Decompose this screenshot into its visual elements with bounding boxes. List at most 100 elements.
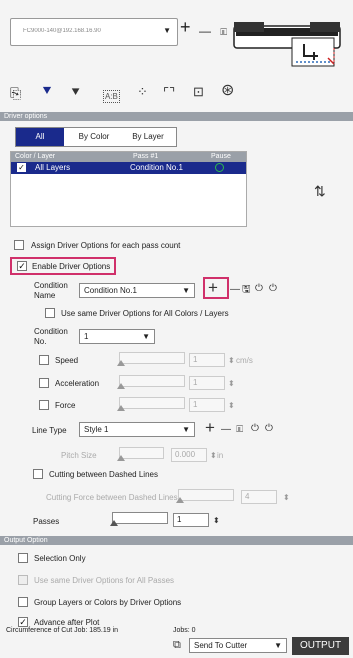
driver-options-icon[interactable]: ⯆: [41, 84, 53, 99]
export-line-type-icon[interactable]: ⏻: [265, 423, 273, 434]
remove-condition-icon[interactable]: —: [230, 284, 240, 295]
chevron-down-icon: ▼: [163, 26, 171, 35]
use-same-passes-label: Use same Driver Options for All Passes: [34, 576, 175, 585]
passes-label: Passes: [33, 517, 60, 526]
speed-slider[interactable]: [117, 352, 185, 366]
passes-input[interactable]: 1: [173, 513, 209, 527]
send-to-value: Send To Cutter: [194, 641, 248, 650]
jobs-count: Jobs: 0: [173, 627, 196, 634]
save-condition-icon[interactable]: 🖫: [242, 284, 251, 295]
force-checkbox[interactable]: [39, 400, 49, 410]
toolbar: ⎘ ⯆ ⯆ A:B ⁘ ⌜⌝ ⊡ ⊛: [0, 82, 353, 110]
driver-options-header: Driver options: [0, 112, 353, 121]
tab-by-layer[interactable]: By Layer: [120, 128, 176, 146]
pitch-size-input[interactable]: 0.000: [171, 448, 207, 462]
weed-icon[interactable]: ⊡: [193, 85, 204, 98]
col-pass: Pass #1: [133, 153, 159, 160]
acceleration-input[interactable]: 1: [189, 376, 225, 390]
remove-device-icon[interactable]: —: [199, 25, 211, 37]
speed-input[interactable]: 1: [189, 353, 225, 367]
device-selector[interactable]: FC9000-140@192.168.16.90 ▼: [10, 18, 178, 46]
assign-per-pass-label: Assign Driver Options for each pass coun…: [31, 241, 181, 250]
passes-slider[interactable]: [110, 512, 168, 526]
passes-spin-icon[interactable]: ⬍: [213, 516, 220, 525]
device-value: FC9000-140@192.168.16.90: [23, 28, 101, 34]
acceleration-spin-icon[interactable]: ⬍: [228, 379, 235, 388]
output-option-header: Output Option: [0, 536, 353, 545]
cut-job-circumference: Circumference of Cut Job: 185.19 in: [6, 627, 119, 634]
edit-device-icon[interactable]: 🗉: [220, 27, 227, 38]
remove-line-type-icon[interactable]: —: [221, 424, 231, 435]
sort-arrows-icon[interactable]: ⇅: [314, 184, 326, 198]
chevron-down-icon: ▼: [182, 425, 190, 434]
table-row[interactable]: ✓ All Layers Condition No.1: [11, 162, 246, 174]
tab-all[interactable]: All: [16, 128, 64, 146]
cutting-dashed-checkbox[interactable]: [33, 469, 43, 479]
pitch-spin-icon[interactable]: ⬍: [210, 451, 217, 460]
speed-checkbox[interactable]: [39, 355, 49, 365]
chevron-down-icon: ▼: [274, 641, 282, 650]
layer-table: Color / Layer Pass #1 Pause ✓ All Layers…: [10, 151, 247, 227]
copy-pages-icon[interactable]: ⧉: [173, 640, 181, 651]
condition-name-label: Condition Name: [34, 281, 68, 300]
pitch-size-label: Pitch Size: [61, 451, 97, 460]
add-condition-icon[interactable]: +: [208, 279, 218, 296]
filter-tabs: All By Color By Layer: [15, 127, 177, 147]
tab-by-color[interactable]: By Color: [68, 128, 120, 146]
line-type-value: Style 1: [84, 425, 109, 434]
cutting-force-slider[interactable]: [176, 489, 234, 503]
cutting-force-spin-icon[interactable]: ⬍: [283, 493, 290, 502]
speed-spin-icon[interactable]: ⬍: [228, 356, 235, 365]
acceleration-slider[interactable]: [117, 375, 185, 389]
add-pass-icon[interactable]: ⯆: [70, 85, 81, 99]
chevron-down-icon: ▼: [182, 286, 190, 295]
speed-label: Speed: [55, 356, 79, 365]
line-type-select[interactable]: Style 1 ▼: [79, 422, 195, 437]
cutter-image: [232, 8, 342, 70]
advance-after-plot-label: Advance after Plot: [34, 618, 100, 627]
condition-name-value: Condition No.1: [84, 286, 137, 295]
force-input[interactable]: 1: [189, 398, 225, 412]
pitch-size-slider[interactable]: [117, 447, 164, 461]
assign-per-pass-checkbox[interactable]: [14, 240, 24, 250]
speed-unit: cm/s: [236, 356, 253, 365]
add-line-type-icon[interactable]: +: [205, 419, 215, 436]
text-style-icon[interactable]: A:B: [103, 90, 120, 103]
add-device-icon[interactable]: +: [180, 18, 191, 36]
force-slider[interactable]: [117, 397, 185, 411]
col-pause: Pause: [211, 153, 231, 160]
force-spin-icon[interactable]: ⬍: [228, 401, 235, 410]
page-setup-icon[interactable]: ⎘: [10, 86, 21, 100]
acceleration-checkbox[interactable]: [39, 378, 49, 388]
cutting-force-label: Cutting Force between Dashed Lines: [46, 493, 178, 502]
support-icon[interactable]: ⊛: [221, 83, 234, 99]
cutting-dashed-label: Cutting between Dashed Lines: [49, 470, 158, 479]
row-checkbox[interactable]: ✓: [17, 163, 26, 172]
edit-line-type-icon[interactable]: 🗉: [236, 424, 243, 435]
selection-only-checkbox[interactable]: [18, 553, 28, 563]
import-condition-icon[interactable]: ⏻: [255, 283, 263, 294]
pause-toggle-icon[interactable]: [215, 163, 224, 172]
advance-after-plot-checkbox[interactable]: ✓: [18, 617, 28, 627]
send-to-select[interactable]: Send To Cutter ▼: [189, 638, 287, 653]
use-same-colors-checkbox[interactable]: [45, 308, 55, 318]
enable-driver-options-label: Enable Driver Options: [32, 262, 111, 271]
col-color-layer: Color / Layer: [15, 153, 56, 160]
condition-no-select[interactable]: 1 ▼: [79, 329, 155, 344]
import-line-type-icon[interactable]: ⏻: [251, 423, 259, 434]
registration-marks-icon[interactable]: ⁘: [137, 85, 148, 98]
condition-no-label: Condition No.: [34, 327, 68, 346]
group-layers-label: Group Layers or Colors by Driver Options: [34, 598, 182, 607]
crop-frame-icon[interactable]: ⌜⌝: [163, 86, 175, 99]
enable-driver-options-checkbox[interactable]: ✓: [17, 261, 27, 271]
group-layers-checkbox[interactable]: [18, 597, 28, 607]
export-condition-icon[interactable]: ⏻: [269, 283, 277, 294]
condition-name-select[interactable]: Condition No.1 ▼: [79, 283, 195, 298]
use-same-passes-checkbox[interactable]: [18, 575, 28, 585]
output-button[interactable]: OUTPUT: [292, 637, 349, 655]
force-label: Force: [55, 401, 76, 410]
row-condition: Condition No.1: [130, 163, 183, 172]
cutting-force-input[interactable]: 4: [241, 490, 277, 504]
table-header: Color / Layer Pass #1 Pause: [11, 152, 246, 162]
selection-only-label: Selection Only: [34, 554, 86, 563]
